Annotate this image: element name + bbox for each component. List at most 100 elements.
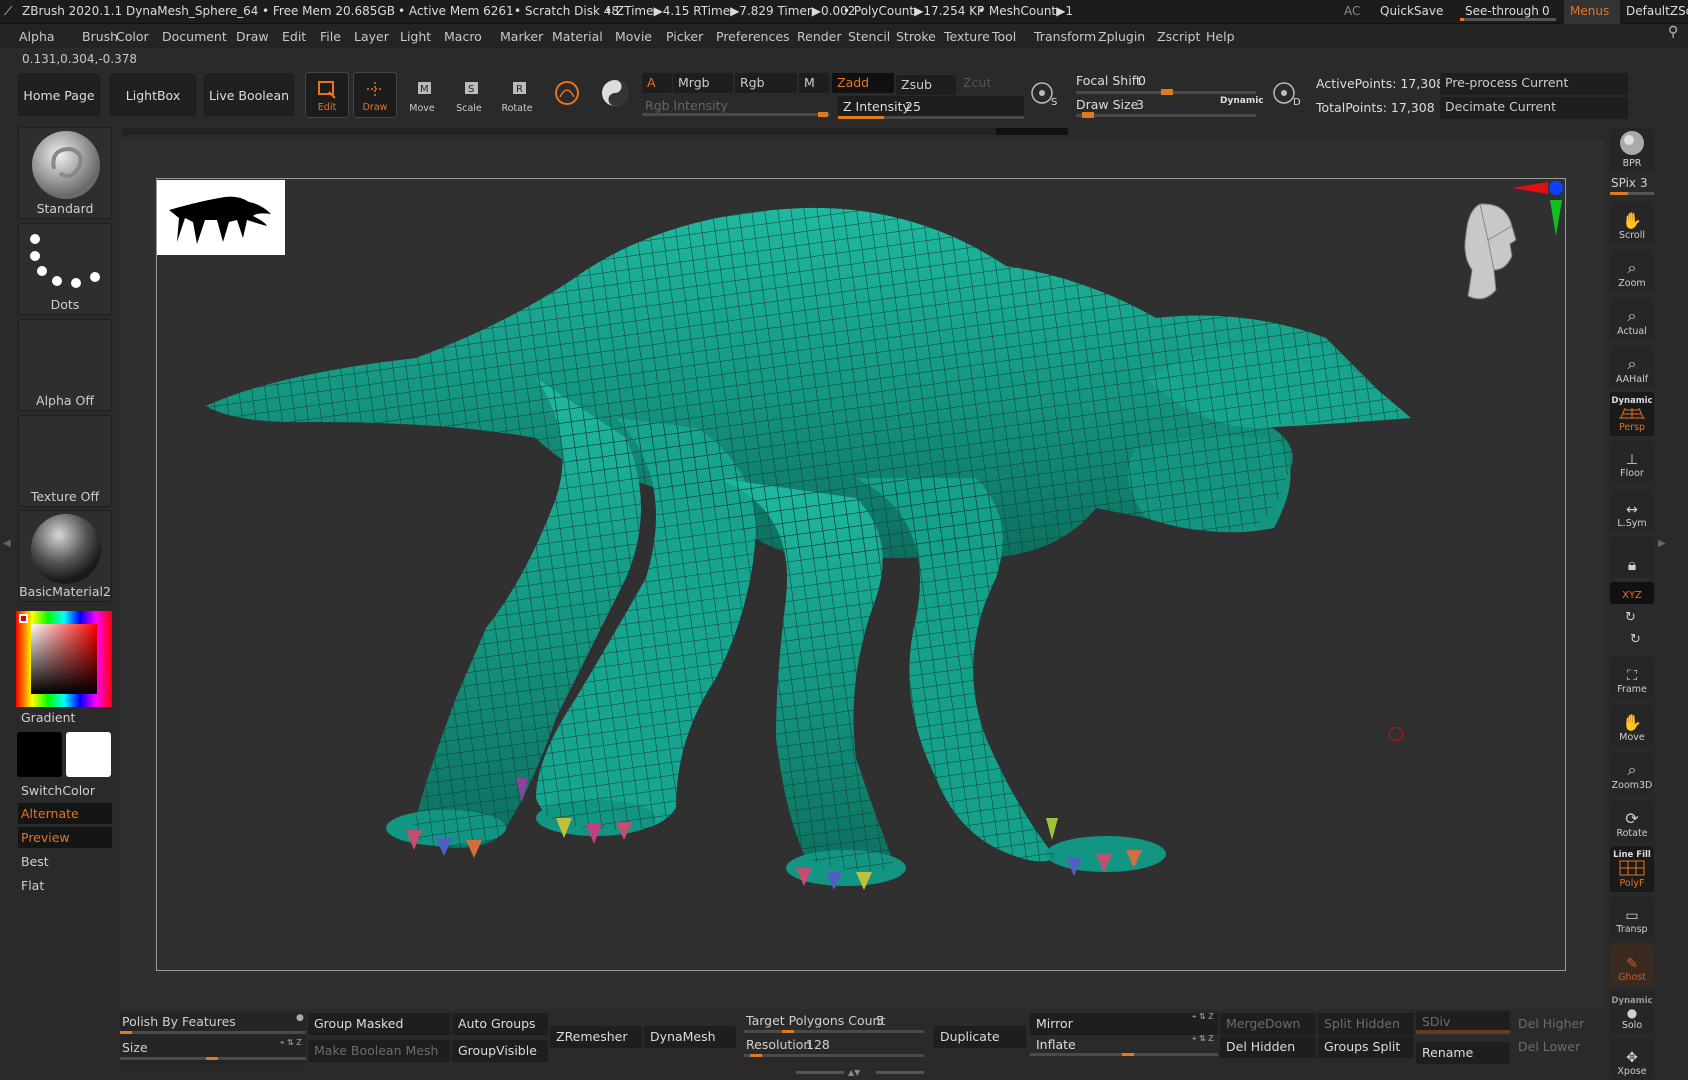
preview-button[interactable]: Preview	[18, 827, 112, 848]
lsym-button[interactable]: ↔ L.Sym	[1610, 490, 1654, 532]
menu-item-transform[interactable]: Transform	[1034, 29, 1096, 44]
menu-item-edit[interactable]: Edit	[282, 29, 306, 44]
decimate-current-button[interactable]: Decimate Current	[1440, 97, 1628, 119]
auto-groups-button[interactable]: Auto Groups	[452, 1013, 548, 1035]
draw-size-slider[interactable]	[1076, 114, 1256, 117]
brush-shape-button[interactable]	[545, 72, 589, 118]
home-page-button[interactable]: Home Page	[18, 74, 100, 116]
floor-button[interactable]: ⊥ Floor	[1610, 440, 1654, 482]
solo-button[interactable]: Dynamic ● Solo	[1610, 990, 1654, 1034]
edit-mode-button[interactable]: Edit	[305, 72, 349, 118]
menu-item-layer[interactable]: Layer	[354, 29, 389, 44]
duplicate-button[interactable]: Duplicate	[934, 1026, 1026, 1048]
inflate-slider[interactable]	[1030, 1053, 1218, 1056]
group-masked-button[interactable]: Group Masked	[308, 1013, 450, 1035]
menu-item-picker[interactable]: Picker	[666, 29, 703, 44]
alternate-button[interactable]: Alternate	[18, 803, 112, 824]
rotate-mode-button[interactable]: R Rotate	[495, 72, 539, 118]
menu-item-marker[interactable]: Marker	[500, 29, 543, 44]
menu-item-alpha[interactable]: Alpha	[19, 29, 55, 44]
make-boolean-mesh-button[interactable]: Make Boolean Mesh	[308, 1040, 450, 1062]
rgb-toggle[interactable]: Rgb	[735, 73, 797, 93]
zoom-button[interactable]: ⌕ Zoom	[1610, 250, 1654, 292]
draw-mode-button[interactable]: Draw	[353, 72, 397, 118]
target-polygons-slider[interactable]	[744, 1030, 924, 1033]
d-button[interactable]: D	[1266, 72, 1308, 118]
menu-item-tool[interactable]: Tool	[992, 29, 1016, 44]
lock-button[interactable]: 🔒︎	[1610, 536, 1654, 578]
menu-item-light[interactable]: Light	[400, 29, 431, 44]
right-tray-handle-icon[interactable]: ▶	[1658, 538, 1668, 558]
primary-color-swatch[interactable]	[17, 732, 62, 777]
menu-item-draw[interactable]: Draw	[236, 29, 269, 44]
resolution-slider[interactable]	[744, 1054, 924, 1057]
menu-item-stencil[interactable]: Stencil	[848, 29, 890, 44]
menu-item-zplugin[interactable]: Zplugin	[1098, 29, 1145, 44]
live-boolean-button[interactable]: Live Boolean	[204, 74, 294, 116]
move-view-button[interactable]: ✋ Move	[1610, 704, 1654, 746]
del-higher-button[interactable]: Del Higher	[1512, 1013, 1604, 1035]
polish-by-features-slider[interactable]	[120, 1031, 306, 1034]
default-zscript[interactable]: DefaultZScript	[1626, 4, 1688, 18]
rgb-intensity-handle[interactable]	[818, 112, 828, 117]
scroll-button[interactable]: ✋ Scroll	[1610, 202, 1654, 244]
actual-button[interactable]: ⌕ Actual	[1610, 298, 1654, 340]
xyz-button[interactable]: XYZ	[1610, 582, 1654, 604]
aahalf-button[interactable]: ⌕ AAHalf	[1610, 346, 1654, 388]
menu-item-preferences[interactable]: Preferences	[716, 29, 790, 44]
menu-item-texture[interactable]: Texture	[944, 29, 990, 44]
color-picker[interactable]	[16, 611, 112, 707]
mrgb-toggle[interactable]: Mrgb	[673, 73, 733, 93]
switchcolor-button[interactable]: SwitchColor	[18, 780, 112, 801]
persp-button[interactable]: Dynamic Persp	[1610, 392, 1654, 436]
menu-item-file[interactable]: File	[320, 29, 341, 44]
material-sphere-button[interactable]	[593, 72, 637, 118]
sdiv-slider[interactable]	[1416, 1030, 1510, 1034]
xpose-button[interactable]: ✥ Xpose	[1610, 1038, 1654, 1080]
secondary-color-swatch[interactable]	[66, 732, 111, 777]
m-toggle[interactable]: M	[799, 73, 829, 93]
menu-item-movie[interactable]: Movie	[615, 29, 652, 44]
rename-button[interactable]: Rename	[1416, 1042, 1510, 1064]
menu-item-zscript[interactable]: Zscript	[1157, 29, 1200, 44]
zadd-toggle[interactable]: Zadd	[832, 73, 894, 93]
menu-item-stroke[interactable]: Stroke	[896, 29, 936, 44]
rotate-z-icon[interactable]: ↻	[1630, 632, 1641, 647]
menu-item-document[interactable]: Document	[162, 29, 227, 44]
dynamesh-button[interactable]: DynaMesh	[644, 1026, 736, 1048]
menu-item-material[interactable]: Material	[552, 29, 603, 44]
dynamic-toggle[interactable]: Dynamic	[1220, 96, 1264, 106]
zoom3d-button[interactable]: ⌕ Zoom3D	[1610, 752, 1654, 794]
mirror-xyz-icon[interactable]: ⌖ ⇅ Z	[1192, 1012, 1214, 1022]
preprocess-current-button[interactable]: Pre-process Current	[1440, 73, 1628, 95]
stroke-selector[interactable]: Dots	[18, 223, 112, 315]
brush-selector[interactable]: Standard	[18, 127, 112, 219]
rotate-y-icon[interactable]: ↻	[1625, 610, 1636, 625]
groupvisible-button[interactable]: GroupVisible	[452, 1040, 548, 1062]
rgb-intensity-slider[interactable]	[642, 113, 830, 116]
inflate-xyz-icon[interactable]: ⌖ ⇅ Z	[1192, 1034, 1214, 1044]
a-channel-toggle[interactable]: A	[642, 73, 672, 93]
left-tray-handle-icon[interactable]: ◀	[3, 538, 11, 558]
polish-toggle-icon[interactable]: ●	[296, 1013, 304, 1023]
ac-button[interactable]: AC	[1344, 4, 1360, 18]
size-xyz-icon[interactable]: ⌖ ⇅ Z	[280, 1038, 302, 1048]
mergedown-button[interactable]: MergeDown	[1220, 1013, 1316, 1035]
menu-item-brush[interactable]: Brush	[82, 29, 118, 44]
scale-mode-button[interactable]: S Scale	[447, 72, 491, 118]
texture-selector[interactable]: Texture Off	[18, 415, 112, 507]
pin-icon[interactable]: ⚲	[1668, 24, 1678, 40]
ghost-button[interactable]: ✎ Ghost	[1610, 944, 1654, 986]
s-button[interactable]: S	[1024, 72, 1066, 118]
flat-button[interactable]: Flat	[18, 875, 112, 896]
see-through-slider[interactable]	[1460, 18, 1556, 21]
groups-split-button[interactable]: Groups Split	[1318, 1036, 1414, 1058]
rotate-view-button[interactable]: ⟳ Rotate	[1610, 800, 1654, 842]
best-button[interactable]: Best	[18, 851, 112, 872]
move-mode-button[interactable]: M Move	[400, 72, 444, 118]
menu-item-render[interactable]: Render	[797, 29, 842, 44]
zcut-toggle[interactable]: Zcut	[958, 73, 1018, 93]
lightbox-button[interactable]: LightBox	[110, 74, 196, 116]
split-hidden-button[interactable]: Split Hidden	[1318, 1013, 1414, 1035]
transp-button[interactable]: ▭ Transp	[1610, 896, 1654, 938]
